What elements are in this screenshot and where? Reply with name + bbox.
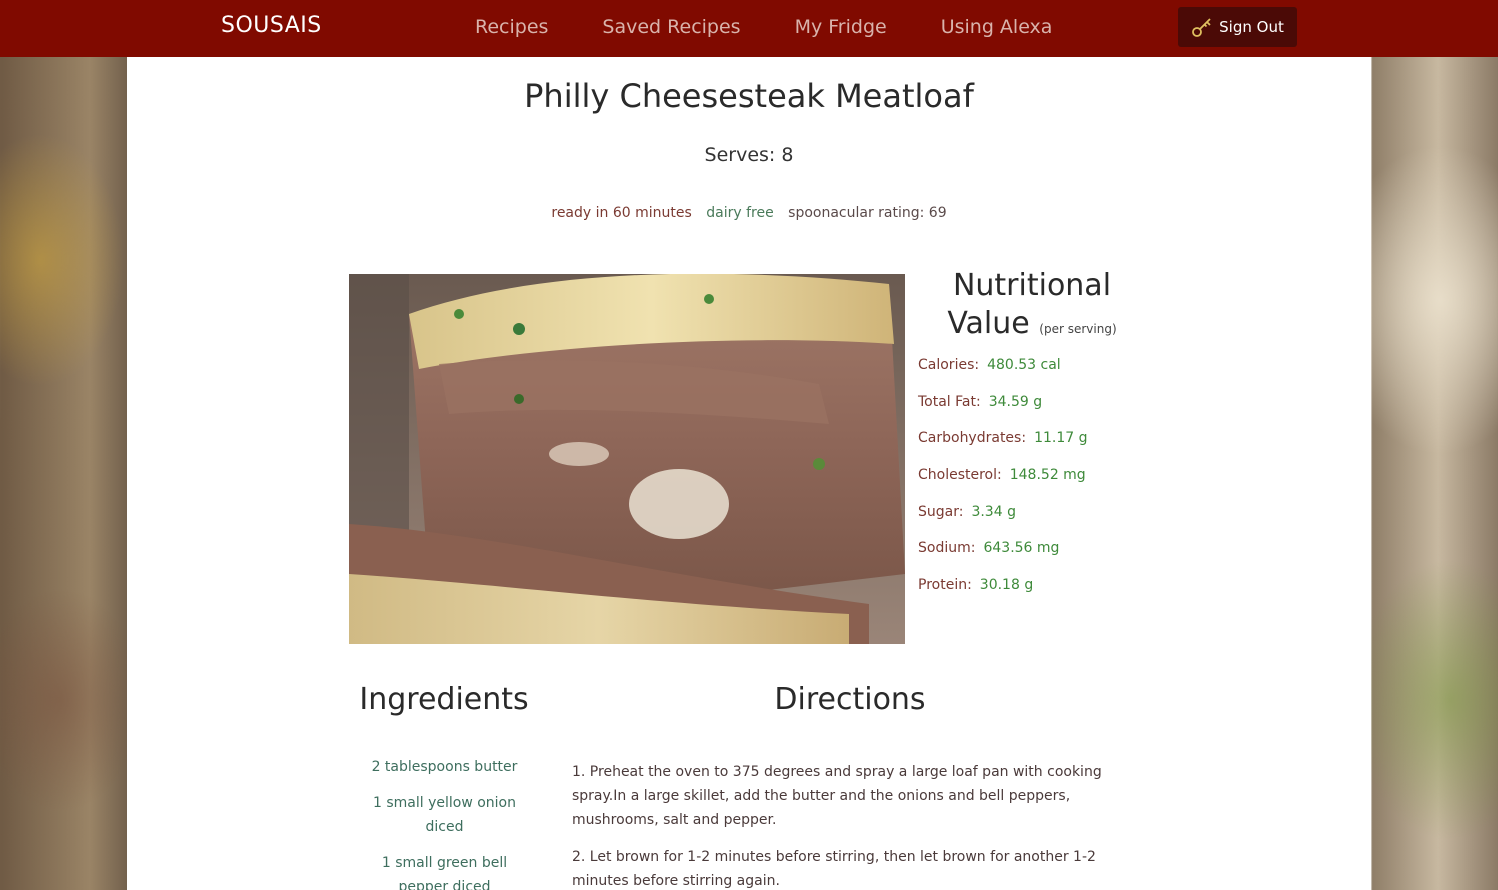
nutrition-row-calories: Calories: 480.53 cal — [918, 357, 1178, 394]
directions-list: 1. Preheat the oven to 375 degrees and s… — [572, 760, 1137, 890]
brand-logo[interactable]: SOUSAIS — [221, 13, 322, 38]
recipe-panel: Philly Cheesesteak Meatloaf Serves: 8 re… — [127, 57, 1371, 890]
top-navbar: SOUSAIS Recipes Saved Recipes My Fridge … — [0, 0, 1498, 57]
ingredient-item: 1 small yellow onion diced — [372, 795, 516, 835]
nav-link-saved-recipes[interactable]: Saved Recipes — [602, 16, 740, 38]
nutrition-heading-line2: Value (per serving) — [907, 305, 1157, 348]
diet-tag: dairy free — [706, 205, 774, 221]
nutrition-row-sugar: Sugar: 3.34 g — [918, 504, 1178, 541]
ingredients-heading: Ingredients — [359, 682, 529, 717]
ingredient-item: 1 small green bell pepper diced — [381, 855, 508, 890]
recipe-meta: ready in 60 minutes dairy free spoonacul… — [127, 205, 1371, 221]
nutrition-value: 3.34 g — [971, 503, 1016, 520]
per-serving-note: (per serving) — [1039, 322, 1117, 336]
nutrition-heading-value: Value — [947, 306, 1030, 341]
nutrition-label: Carbohydrates: — [918, 430, 1027, 447]
nutrition-heading: Nutritional Value (per serving) — [907, 267, 1157, 348]
nav-links: Recipes Saved Recipes My Fridge Using Al… — [475, 16, 1106, 38]
nutrition-value: 11.17 g — [1034, 430, 1088, 447]
nutrition-label: Total Fat: — [918, 393, 981, 410]
nav-link-using-alexa[interactable]: Using Alexa — [941, 16, 1053, 38]
directions-heading: Directions — [774, 682, 926, 717]
key-icon — [1191, 16, 1213, 38]
nutrition-label: Cholesterol: — [918, 467, 1002, 484]
ingredient-item: 2 tablespoons butter — [371, 759, 518, 775]
nutrition-row-protein: Protein: 30.18 g — [918, 577, 1178, 614]
nutrition-heading-line1: Nutritional — [952, 268, 1112, 303]
serves-count: Serves: 8 — [704, 144, 794, 166]
nutrition-label: Sugar: — [918, 503, 964, 520]
nutrition-row-carbohydrates: Carbohydrates: 11.17 g — [918, 430, 1178, 467]
recipe-title: Philly Cheesesteak Meatloaf — [524, 77, 974, 115]
nutrition-list: Calories: 480.53 cal Total Fat: 34.59 g Ca… — [918, 357, 1178, 614]
sign-out-label: Sign Out — [1219, 18, 1284, 36]
nav-link-recipes[interactable]: Recipes — [475, 16, 548, 38]
nutrition-row-cholesterol: Cholesterol: 148.52 mg — [918, 467, 1178, 504]
nutrition-value: 480.53 cal — [987, 357, 1061, 373]
ingredients-list: 2 tablespoons butter 1 small yellow onio… — [357, 755, 532, 890]
nutrition-row-sodium: Sodium: 643.56 mg — [918, 540, 1178, 577]
nutrition-value: 34.59 g — [988, 393, 1043, 410]
nutrition-label: Protein: — [918, 577, 972, 594]
direction-step: 1. Preheat the oven to 375 degrees and s… — [572, 764, 1102, 828]
nutrition-label: Calories: — [918, 357, 980, 373]
rating: spoonacular rating: 69 — [788, 205, 947, 221]
nutrition-value: 30.18 g — [979, 577, 1034, 594]
nav-link-my-fridge[interactable]: My Fridge — [795, 16, 887, 38]
sign-out-button[interactable]: Sign Out — [1178, 7, 1297, 47]
nutrition-label: Sodium: — [918, 540, 976, 557]
ready-time: ready in 60 minutes — [551, 205, 692, 221]
nutrition-row-total-fat: Total Fat: 34.59 g — [918, 394, 1178, 431]
direction-step: 2. Let brown for 1-2 minutes before stir… — [572, 849, 1096, 889]
nutrition-value: 643.56 mg — [983, 540, 1060, 557]
nutrition-value: 148.52 mg — [1009, 467, 1086, 484]
recipe-image — [349, 274, 905, 644]
